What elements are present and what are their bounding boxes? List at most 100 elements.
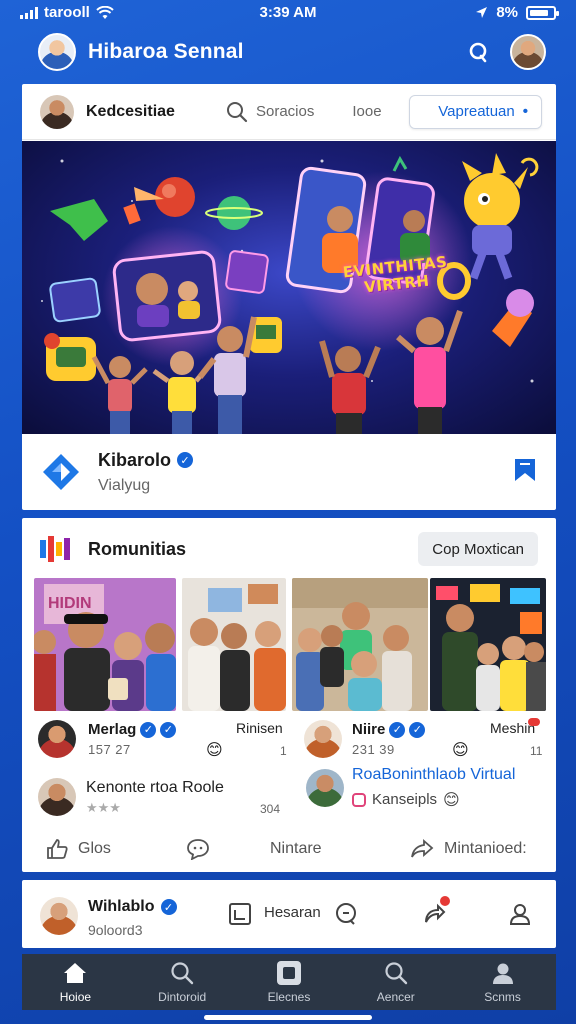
row-2-title: RoaBoninthlaob Virtual [352,766,516,783]
search-icon [383,960,409,986]
card-topbar: Kedcesitiae Soracios Iooe Vapreatuan • [22,84,556,140]
share-label: Mintanioed: [444,840,527,857]
post-avatar[interactable] [40,897,78,935]
page-info: Kibarolo ✓ Vialyug [98,449,194,495]
communities-action-button[interactable]: Cop Moxtican [418,532,538,566]
emoji-icon: 😊 [206,740,223,759]
community-row-2[interactable]: RoaBoninthlaob Virtual Kanseipls 😊 [306,766,515,809]
nav-search-label: Aencer [376,990,415,1004]
row-1-avatar[interactable] [38,778,76,816]
spaceship-icon [50,199,108,241]
post-1-side-num: 1 [280,744,287,758]
notification-badge [528,718,540,726]
post-2-count: 231 39 [352,742,395,757]
planet-green [205,196,263,230]
row-2-avatar[interactable] [306,768,344,807]
post-2-name-text: Niire [352,721,386,738]
nav-home-label: Hoioe [59,990,92,1004]
page-name-text: Kibarolo [98,449,172,470]
nav-search[interactable]: Aencer [342,954,449,1010]
post-2-avatar[interactable] [304,720,342,758]
status-bar: tarooll 3:39 AM 8% [0,0,576,26]
community-photo-3[interactable] [292,578,428,711]
topbar-search[interactable]: Soracios [226,101,314,123]
topbar-pill-button[interactable]: Vapreatuan • [409,94,542,129]
verified-icon: ✓ [389,721,406,738]
verified-icon: ✓ [140,721,157,738]
media-icon [276,960,302,986]
row-2-info: RoaBoninthlaob Virtual Kanseipls 😊 [352,766,515,809]
nav-discover-label: Dintoroid [158,990,207,1004]
post-author[interactable]: Wihlablo ✓ [88,898,177,916]
post-meta-2[interactable]: Niire ✓ ✓ 231 39 [304,720,426,758]
row-2-sub-text: Kanseipls [372,791,438,808]
post-author-name: Wihlablo [88,898,155,915]
search-icon [227,101,248,122]
communities-title: Romunitias [88,538,187,559]
app-title: Hibaroa Sennal [88,40,244,63]
header-avatar[interactable] [38,33,76,71]
communities-actions: Glos Nintare Mintanioed: [22,830,556,868]
communities-header: Romunitias Cop Moxtican [22,518,556,580]
status-right: 8% [475,4,559,21]
search-label: Soracios [256,103,315,120]
bookmark-icon[interactable] [514,458,536,482]
verified-icon: ✓ [409,721,426,738]
community-photo-2[interactable] [182,578,286,711]
post-1-avatar[interactable] [38,720,76,758]
emoji-icon: 😊 [452,740,469,759]
image-icon[interactable] [226,900,254,928]
row-1-title: Kenonte rtoa Roole [86,778,224,796]
post-meta-1[interactable]: Merlag ✓ ✓ 157 27 [38,720,177,758]
comment-button[interactable] [186,838,210,860]
messenger-icon[interactable] [460,34,496,70]
planet-red [155,177,195,217]
post-message-label[interactable]: Hesaran [264,904,321,921]
page-logo-icon [42,453,80,491]
post-2-info: Niire ✓ ✓ 231 39 [352,721,426,757]
search-icon [169,960,195,986]
pill-label: Vapreatuan [438,103,515,120]
verified-icon: ✓ [160,899,177,915]
topbar-tab[interactable]: Iooe [352,103,381,120]
thumbs-up-icon [47,839,68,859]
share-notification-icon[interactable] [420,896,450,928]
nav-media[interactable]: Elecnes [236,954,343,1010]
location-icon [476,7,488,18]
like-button[interactable]: Glos [46,838,111,860]
community-row-1[interactable]: Kenonte rtoa Roole ★★★ [38,778,224,816]
home-indicator[interactable] [204,1015,372,1020]
post-1-side-label: Rinisen [236,720,283,736]
community-photo-1[interactable]: HIDIN [34,578,176,711]
center-action-label: Nintare [270,840,322,857]
chat-icon[interactable] [332,900,360,928]
center-action[interactable]: Nintare [270,840,322,858]
community-photo-4[interactable] [430,578,546,711]
post-2-name: Niire ✓ ✓ [352,721,426,738]
topbar-avatar[interactable] [40,94,74,129]
row-1-side-num: 304 [260,802,281,816]
communities-logo-icon [40,536,72,562]
nav-media-label: Elecnes [267,990,311,1004]
share-icon [411,839,434,858]
more-dots-icon: • [522,103,529,120]
rating-stars: ★★★ [86,800,121,816]
nav-profile[interactable]: Scnms [449,954,556,1010]
notification-dot [440,896,450,906]
verified-icon: ✓ [160,721,177,738]
instagram-icon [352,792,366,807]
featured-card: Kedcesitiae Soracios Iooe Vapreatuan • E… [22,84,556,510]
profile-avatar[interactable] [510,34,546,70]
featured-banner[interactable]: EVINTHITAS VIRTRH [22,141,556,434]
home-icon [62,960,88,986]
nav-discover[interactable]: Dintoroid [129,954,236,1010]
profile-icon[interactable] [506,900,534,928]
page-name[interactable]: Kibarolo ✓ [98,449,194,471]
post-card[interactable]: Wihlablo ✓ 9oloord3 Hesaran [22,880,556,948]
communities-card: Romunitias Cop Moxtican HIDIN Merlag ✓ ✓… [22,518,556,872]
topbar-name[interactable]: Kedcesitiae [86,103,196,121]
page-row[interactable]: Kibarolo ✓ Vialyug [22,434,556,510]
share-button[interactable]: Mintanioed: [410,839,527,859]
emoji-icon: 😊 [443,790,460,809]
nav-home[interactable]: Hoioe [22,954,129,1010]
